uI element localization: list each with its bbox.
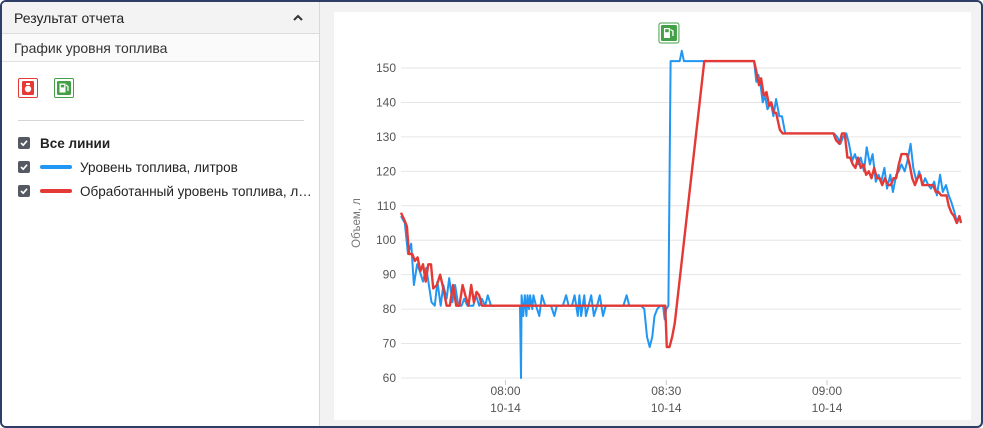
y-tick-label: 150 — [376, 61, 396, 75]
y-tick-label: 80 — [383, 302, 397, 316]
legend: Все линии Уровень топлива, литров Обрабо… — [2, 121, 319, 203]
x-tick-time: 08:00 — [490, 384, 520, 398]
legend-label-processed-fuel-level: Обработанный уровень топлива, литров — [80, 183, 316, 199]
y-tick-label: 120 — [376, 164, 396, 178]
processed-fuel-level-checkbox[interactable] — [18, 185, 30, 197]
x-tick-date: 10-14 — [490, 401, 521, 415]
report-item-label: График уровня топлива — [14, 39, 168, 56]
legend-swatch-blue — [40, 165, 72, 169]
fuel-level-checkbox[interactable] — [18, 161, 30, 173]
y-tick-label: 140 — [376, 95, 396, 109]
check-icon — [20, 140, 28, 147]
y-axis-title: Объем, л — [351, 198, 363, 248]
all-lines-checkbox[interactable] — [18, 137, 30, 149]
series-line-fuel-level — [400, 49, 962, 379]
legend-all-lines[interactable]: Все линии — [18, 131, 319, 155]
y-tick-label: 70 — [383, 337, 397, 351]
x-tick-date: 10-14 — [651, 401, 682, 415]
fuel-fill-icon[interactable] — [54, 78, 74, 98]
fuel-fill-marker-icon[interactable] — [658, 22, 680, 44]
check-icon — [20, 164, 28, 171]
report-item-fuel-chart[interactable]: График уровня топлива — [2, 34, 319, 62]
legend-swatch-red — [40, 189, 72, 193]
fuel-drain-icon[interactable] — [18, 78, 38, 98]
fuel-chart-card: 60 70 80 90 100 110 120 130 140 150 08:00 10-14 08:… — [334, 12, 971, 420]
report-window: Результат отчета График уровня топлива В… — [0, 0, 983, 428]
fuel-level-chart[interactable]: 60 70 80 90 100 110 120 130 140 150 08:00 10-14 08:… — [334, 12, 971, 420]
all-lines-label: Все линии — [40, 135, 111, 151]
y-tick-label: 130 — [376, 130, 396, 144]
panel-header[interactable]: Результат отчета — [2, 2, 319, 34]
y-tick-label: 90 — [383, 268, 397, 282]
y-tick-label: 100 — [376, 233, 396, 247]
legend-label-fuel-level: Уровень топлива, литров — [80, 159, 238, 175]
legend-item-processed-fuel-level[interactable]: Обработанный уровень топлива, литров — [18, 179, 319, 203]
legend-item-fuel-level[interactable]: Уровень топлива, литров — [18, 155, 319, 179]
chevron-up-icon[interactable] — [291, 11, 305, 25]
x-tick-date: 10-14 — [812, 401, 843, 415]
report-result-panel: Результат отчета График уровня топлива В… — [2, 2, 320, 426]
event-icons-row — [2, 62, 319, 120]
panel-title: Результат отчета — [14, 9, 125, 26]
y-tick-label: 110 — [377, 199, 396, 213]
y-tick-label: 60 — [383, 371, 397, 385]
check-icon — [20, 188, 28, 195]
x-tick-time: 08:30 — [651, 384, 681, 398]
x-tick-time: 09:00 — [812, 384, 842, 398]
